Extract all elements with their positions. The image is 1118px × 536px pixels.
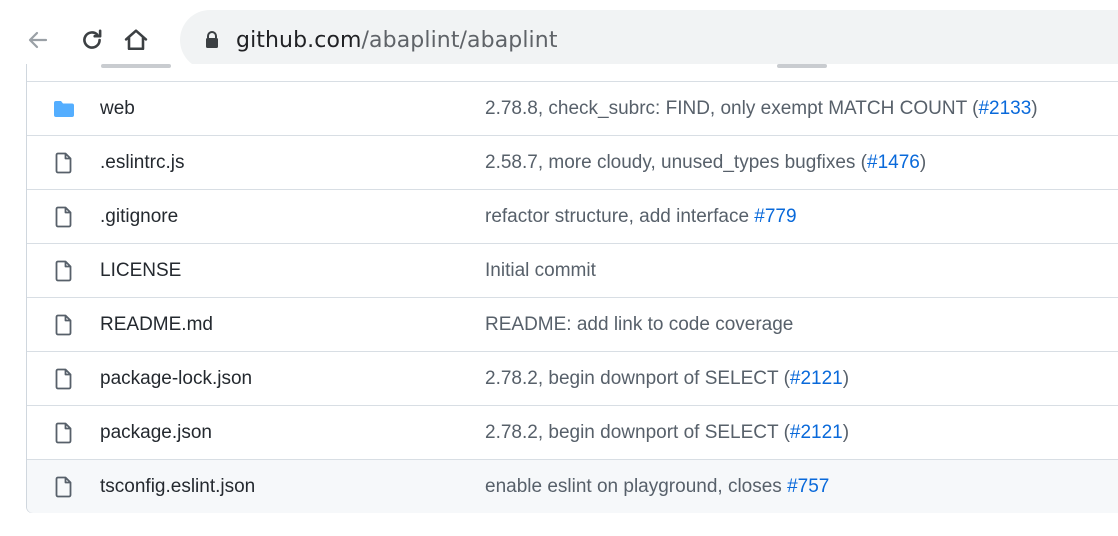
file-row[interactable]: .gitignore refactor structure, add interf…	[27, 189, 1118, 243]
commit-message-suffix: )	[1031, 98, 1038, 119]
commit-message[interactable]: README: add link to code coverage	[485, 298, 793, 352]
file-name-link[interactable]: package.json	[100, 406, 212, 460]
folder-icon	[53, 98, 75, 120]
commit-message[interactable]: 2.78.8, check_subrc: FIND, only exempt M…	[485, 82, 1038, 136]
commit-message-text[interactable]: refactor structure, add interface	[485, 206, 754, 227]
issue-link[interactable]: #2133	[978, 98, 1031, 119]
file-name-link[interactable]: tsconfig.eslint.json	[100, 460, 255, 514]
commit-message-text[interactable]: 2.78.2, begin downport of SELECT (	[485, 368, 790, 389]
url-text[interactable]: github.com/abaplint/abaplint	[236, 28, 558, 53]
commit-message[interactable]: 2.58.7, more cloudy, unused_types bugfix…	[485, 136, 926, 190]
file-row[interactable]: package-lock.json 2.78.2, begin downport …	[27, 351, 1118, 405]
file-list: web 2.78.8, check_subrc: FIND, only exemp…	[26, 64, 1118, 513]
commit-message-text[interactable]: README: add link to code coverage	[485, 314, 793, 335]
back-button[interactable]	[18, 20, 58, 60]
file-icon	[53, 206, 75, 228]
commit-message[interactable]: refactor structure, add interface #779	[485, 190, 797, 244]
partial-row	[27, 64, 1118, 81]
issue-link[interactable]: #779	[754, 206, 796, 227]
commit-message-suffix: )	[919, 152, 927, 173]
file-name-link[interactable]: web	[100, 82, 135, 136]
home-icon	[124, 29, 148, 51]
file-icon	[53, 152, 75, 174]
issue-link[interactable]: #2121	[790, 368, 843, 389]
commit-message[interactable]: Initial commit	[485, 244, 596, 298]
file-name-link[interactable]: package-lock.json	[100, 352, 252, 406]
arrow-left-icon	[28, 31, 48, 49]
file-name-link[interactable]: LICENSE	[100, 244, 181, 298]
commit-message[interactable]: enable eslint on playground, closes #757	[485, 460, 829, 514]
file-icon	[53, 476, 75, 498]
commit-message-text[interactable]: 2.78.8, check_subrc: FIND, only exempt M…	[485, 98, 978, 119]
home-button[interactable]	[116, 20, 156, 60]
file-row[interactable]: web 2.78.8, check_subrc: FIND, only exemp…	[27, 81, 1118, 135]
issue-link[interactable]: #757	[787, 476, 829, 497]
url-path: /abaplint/abaplint	[361, 27, 558, 53]
url-host: github.com	[236, 27, 362, 53]
file-name-link[interactable]: README.md	[100, 298, 213, 352]
issue-link[interactable]: #1476	[867, 152, 920, 173]
file-icon	[53, 368, 75, 390]
address-bar[interactable]: github.com/abaplint/abaplint	[180, 10, 1118, 70]
lock-icon	[202, 29, 222, 51]
issue-link[interactable]: #2121	[790, 422, 843, 443]
file-icon	[53, 260, 75, 282]
commit-message-text[interactable]: Initial commit	[485, 260, 596, 281]
commit-message[interactable]: 2.78.2, begin downport of SELECT (#2121)	[485, 352, 849, 406]
file-row[interactable]: package.json 2.78.2, begin downport of SE…	[27, 405, 1118, 459]
file-row[interactable]: tsconfig.eslint.json enable eslint on pla…	[27, 459, 1118, 513]
file-name-link[interactable]: .eslintrc.js	[100, 136, 184, 190]
file-row[interactable]: README.md README: add link to code covera…	[27, 297, 1118, 351]
file-name-link[interactable]: .gitignore	[100, 190, 178, 244]
commit-message-text[interactable]: enable eslint on playground, closes	[485, 476, 787, 497]
reload-icon	[83, 29, 102, 49]
file-row[interactable]: LICENSE Initial commit	[27, 243, 1118, 297]
file-icon	[53, 422, 75, 444]
file-row[interactable]: .eslintrc.js 2.58.7, more cloudy, unused_…	[27, 135, 1118, 189]
commit-message-suffix: )	[842, 422, 850, 443]
file-icon	[53, 314, 75, 336]
commit-message-text[interactable]: 2.78.2, begin downport of SELECT (	[485, 422, 790, 443]
commit-message[interactable]: 2.78.2, begin downport of SELECT (#2121)	[485, 406, 849, 460]
reload-button[interactable]	[72, 20, 112, 60]
commit-message-text[interactable]: 2.58.7, more cloudy, unused_types bugfix…	[485, 152, 867, 173]
commit-message-suffix: )	[842, 368, 850, 389]
